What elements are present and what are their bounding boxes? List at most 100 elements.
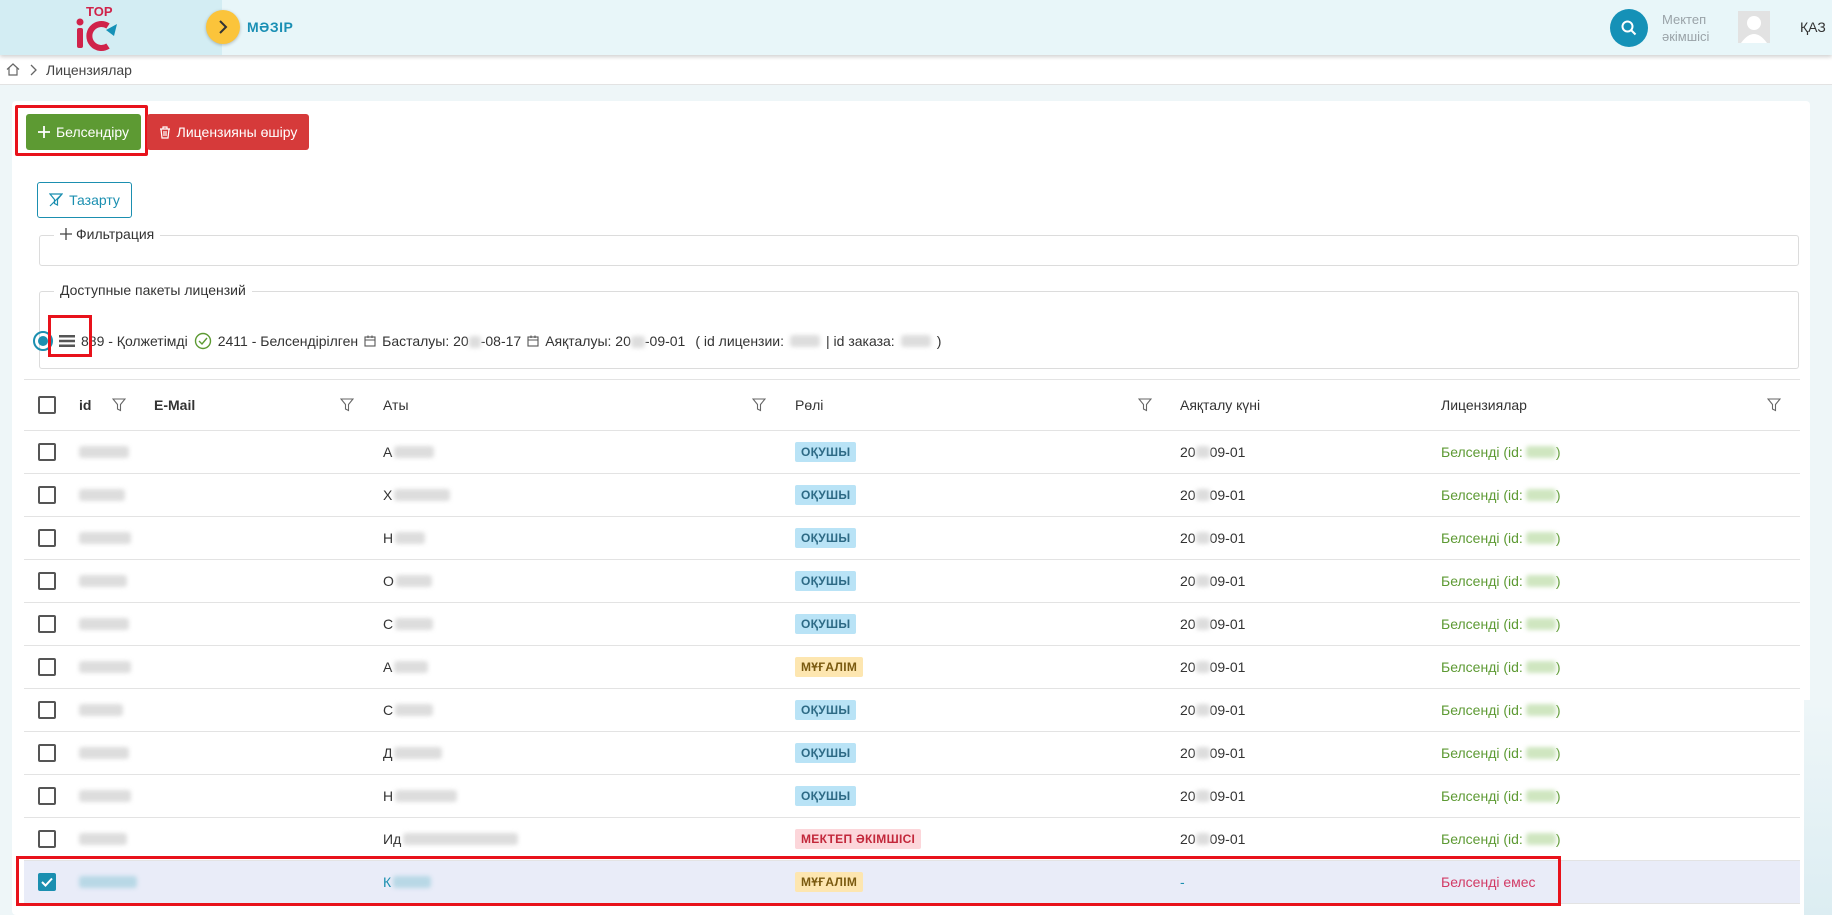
row-license-status[interactable]: Белсенді (id:): [1441, 775, 1560, 817]
row-checkbox[interactable]: [38, 830, 56, 848]
package-radio[interactable]: [33, 331, 53, 351]
row-name[interactable]: А: [383, 431, 435, 473]
row-name[interactable]: Д: [383, 732, 443, 774]
row-license-status[interactable]: Белсенді (id:): [1441, 560, 1560, 602]
row-id[interactable]: [79, 732, 129, 774]
order-id-label: | id заказа:: [826, 333, 895, 349]
row-checkbox[interactable]: [38, 787, 56, 805]
home-icon[interactable]: [6, 63, 20, 76]
row-id[interactable]: [79, 818, 127, 860]
clear-filters-button[interactable]: Тазарту: [37, 182, 132, 218]
row-name[interactable]: Н: [383, 517, 426, 559]
table-row[interactable]: О ОҚУШЫ 20 09-01 Белсенді (id:): [24, 560, 1800, 603]
row-license-status[interactable]: Белсенді (id:): [1441, 431, 1560, 473]
filter-id-icon[interactable]: [112, 380, 126, 430]
table-row[interactable]: А МҰҒАЛІМ 20 09-01 Белсенді (id:): [24, 646, 1800, 689]
filter-panel[interactable]: Фильтрация: [39, 226, 1799, 266]
row-name[interactable]: Ид: [383, 818, 519, 860]
name-initial: С: [383, 702, 394, 718]
row-id[interactable]: [79, 474, 125, 516]
row-checkbox[interactable]: [38, 529, 56, 547]
user-avatar-icon: [1738, 11, 1770, 43]
row-checkbox-cell: [38, 474, 56, 516]
calendar-icon: [527, 335, 539, 347]
row-license-status[interactable]: Белсенді (id:): [1441, 689, 1560, 731]
row-id[interactable]: [79, 861, 137, 903]
filter-role-icon[interactable]: [1138, 380, 1152, 430]
row-id[interactable]: [79, 775, 131, 817]
row-checkbox-checked[interactable]: [38, 873, 56, 891]
select-all-checkbox[interactable]: [38, 396, 56, 414]
row-id[interactable]: [79, 603, 129, 645]
column-header-email[interactable]: E-Mail: [154, 380, 195, 430]
redacted-text: [395, 532, 426, 544]
row-end-date: 20 09-01: [1180, 474, 1245, 516]
column-header-name[interactable]: Аты: [383, 380, 409, 430]
row-end-date: 20 09-01: [1180, 560, 1245, 602]
row-name[interactable]: Н: [383, 775, 458, 817]
row-license-status[interactable]: Белсенді (id:): [1441, 646, 1560, 688]
delete-license-button[interactable]: Лицензияны өшіру: [147, 114, 309, 150]
select-all-cell: [38, 380, 56, 430]
row-license-status[interactable]: Белсенді (id:): [1441, 818, 1560, 860]
table-row[interactable]: С ОҚУШЫ 20 09-01 Белсенді (id:): [24, 689, 1800, 732]
table-row[interactable]: Н ОҚУШЫ 20 09-01 Белсенді (id:): [24, 775, 1800, 818]
menu-toggle-button[interactable]: [206, 10, 240, 44]
table-row[interactable]: Ид МЕКТЕП ӘКІМШІСІ 20 09-01 Белсенді (id:): [24, 818, 1800, 861]
row-name[interactable]: С: [383, 603, 434, 645]
row-id[interactable]: [79, 560, 127, 602]
row-name[interactable]: К: [383, 861, 432, 903]
row-name[interactable]: А: [383, 646, 429, 688]
avatar[interactable]: [1738, 11, 1770, 43]
row-name[interactable]: С: [383, 689, 434, 731]
date-suffix: 09-01: [1209, 745, 1246, 761]
table-row-selected[interactable]: К МҰҒАЛІМ - Белсенді емес: [24, 861, 1800, 904]
row-license-status[interactable]: Белсенді (id:): [1441, 474, 1560, 516]
row-id[interactable]: [79, 646, 131, 688]
row-checkbox[interactable]: [38, 486, 56, 504]
filter-legend[interactable]: Фильтрация: [54, 226, 161, 242]
row-name[interactable]: О: [383, 560, 432, 602]
activate-button[interactable]: Белсендіру: [26, 114, 141, 150]
row-license-status[interactable]: Белсенді (id:): [1441, 732, 1560, 774]
row-id[interactable]: [79, 517, 131, 559]
role-badge: ОҚУШЫ: [795, 528, 857, 548]
redacted-text: [79, 618, 129, 630]
row-license-status[interactable]: Белсенді (id:): [1441, 517, 1560, 559]
menu-label[interactable]: МӘЗІР: [247, 19, 293, 35]
table-row[interactable]: Н ОҚУШЫ 20 09-01 Белсенді (id:): [24, 517, 1800, 560]
table-row[interactable]: Х ОҚУШЫ 20 09-01 Белсенді (id:): [24, 474, 1800, 517]
search-button[interactable]: [1610, 9, 1648, 47]
column-header-licenses[interactable]: Лицензиялар: [1441, 380, 1527, 430]
row-checkbox[interactable]: [38, 658, 56, 676]
column-header-end-date[interactable]: Аяқталу күні: [1180, 380, 1260, 430]
row-checkbox[interactable]: [38, 615, 56, 633]
redacted-text: [395, 575, 432, 587]
table-row[interactable]: А ОҚУШЫ 20 09-01 Белсенді (id:): [24, 431, 1800, 474]
table-row[interactable]: Д ОҚУШЫ 20 09-01 Белсенді (id:): [24, 732, 1800, 775]
end-date: Аяқталуы: 20 -09-01: [545, 333, 685, 349]
row-license-status[interactable]: Белсенді (id:): [1441, 603, 1560, 645]
filter-legend-label: Фильтрация: [76, 226, 155, 242]
row-id[interactable]: [79, 431, 129, 473]
table-row[interactable]: С ОҚУШЫ 20 09-01 Белсенді (id:): [24, 603, 1800, 646]
license-suffix: ): [1555, 788, 1561, 804]
date-prefix: 20: [1180, 702, 1196, 718]
filter-email-icon[interactable]: [340, 380, 354, 430]
logo-area[interactable]: TOP: [0, 0, 222, 55]
license-prefix: Белсенді (id:: [1441, 702, 1523, 718]
column-header-id[interactable]: id: [79, 380, 91, 430]
row-checkbox[interactable]: [38, 443, 56, 461]
row-id[interactable]: [79, 689, 123, 731]
column-header-role[interactable]: Рөлі: [795, 380, 823, 430]
filter-licenses-icon[interactable]: [1767, 380, 1781, 430]
row-name[interactable]: Х: [383, 474, 451, 516]
row-checkbox[interactable]: [38, 701, 56, 719]
filter-name-icon[interactable]: [752, 380, 766, 430]
user-role: Мектеп әкімшісі: [1662, 11, 1709, 45]
language-switcher[interactable]: ҚАЗ: [1800, 19, 1826, 35]
row-checkbox[interactable]: [38, 744, 56, 762]
row-checkbox[interactable]: [38, 572, 56, 590]
role-badge: ОҚУШЫ: [795, 571, 857, 591]
row-role: ОҚУШЫ: [795, 732, 857, 774]
